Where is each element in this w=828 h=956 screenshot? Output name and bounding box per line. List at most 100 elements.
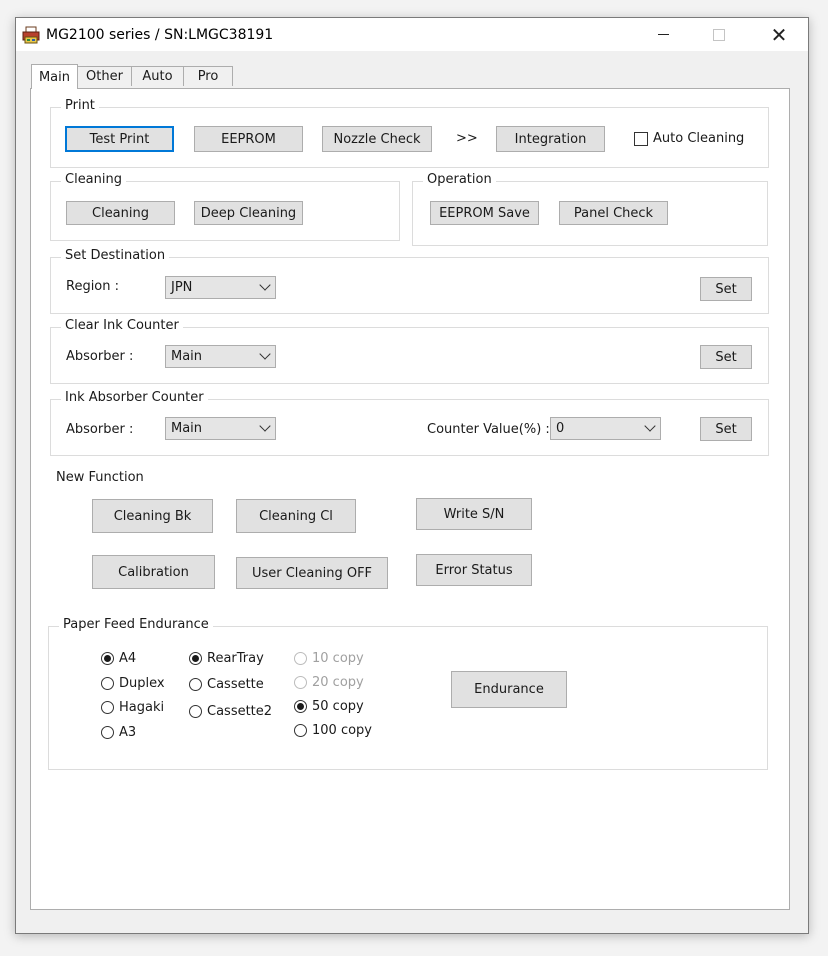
radio-cassette-indicator	[189, 678, 202, 691]
radio-50-copy[interactable]: 50 copy	[294, 699, 364, 714]
print-group-legend: Print	[61, 98, 99, 113]
panel-check-button[interactable]: Panel Check	[559, 201, 668, 225]
operation-group: Operation EEPROM Save Panel Check	[412, 172, 768, 246]
nozzle-check-button[interactable]: Nozzle Check	[322, 126, 432, 152]
integration-button[interactable]: Integration	[496, 126, 605, 152]
radio-50-copy-indicator	[294, 700, 307, 713]
clear-absorber-value: Main	[171, 349, 203, 364]
test-print-button[interactable]: Test Print	[65, 126, 174, 152]
radio-reartray-label: RearTray	[207, 651, 264, 666]
counter-value: 0	[556, 421, 565, 436]
radio-10-copy: 10 copy	[294, 651, 364, 666]
radio-reartray[interactable]: RearTray	[189, 651, 264, 666]
radio-reartray-indicator	[189, 652, 202, 665]
clear-ink-counter-legend: Clear Ink Counter	[61, 318, 183, 333]
set-destination-legend: Set Destination	[61, 248, 170, 263]
new-function-heading: New Function	[56, 470, 144, 485]
radio-20-copy: 20 copy	[294, 675, 364, 690]
clear-ink-counter-group: Clear Ink Counter Absorber : Main Set	[50, 318, 769, 384]
radio-cassette2-indicator	[189, 705, 202, 718]
tab-main[interactable]: Main	[31, 64, 78, 89]
radio-hagaki[interactable]: Hagaki	[101, 700, 164, 715]
radio-a4-indicator	[101, 652, 114, 665]
radio-a3-indicator	[101, 726, 114, 739]
set-destination-set-button[interactable]: Set	[700, 277, 752, 301]
set-destination-group: Set Destination Region : JPN Set	[50, 248, 769, 314]
absorber-label: Absorber :	[66, 349, 134, 364]
paper-feed-endurance-legend: Paper Feed Endurance	[59, 617, 213, 632]
region-label: Region :	[66, 279, 120, 294]
cleaning-button[interactable]: Cleaning	[66, 201, 175, 225]
chevron-down-icon	[259, 279, 271, 291]
radio-20-copy-indicator	[294, 676, 307, 689]
ink-absorber-dropdown[interactable]: Main	[165, 417, 276, 440]
region-dropdown[interactable]: JPN	[165, 276, 276, 299]
ink-absorber-set-button[interactable]: Set	[700, 417, 752, 441]
minimize-icon	[657, 34, 669, 35]
radio-10-copy-indicator	[294, 652, 307, 665]
radio-50-copy-label: 50 copy	[312, 699, 364, 714]
radio-a4[interactable]: A4	[101, 651, 136, 666]
cleaning-cl-button[interactable]: Cleaning Cl	[236, 499, 356, 533]
radio-hagaki-indicator	[101, 701, 114, 714]
maximize-button[interactable]	[696, 18, 742, 51]
main-tab-panel: Print Test Print EEPROM Nozzle Check >> …	[30, 88, 790, 910]
absorber-label: Absorber :	[66, 422, 134, 437]
chevron-down-icon	[259, 348, 271, 360]
radio-cassette2[interactable]: Cassette2	[189, 704, 272, 719]
chevron-down-icon	[644, 420, 656, 432]
region-value: JPN	[171, 280, 193, 295]
counter-value-label: Counter Value(%) :	[427, 422, 550, 437]
paper-feed-endurance-group: Paper Feed Endurance A4 Duplex Hagaki A3…	[48, 617, 768, 770]
auto-cleaning-label[interactable]: Auto Cleaning	[653, 131, 744, 146]
printer-app-icon	[22, 26, 40, 44]
tab-pro[interactable]: Pro	[183, 66, 233, 86]
close-icon: ✕	[770, 22, 788, 47]
maximize-icon	[713, 28, 725, 41]
radio-a3-label: A3	[119, 725, 137, 740]
ink-absorber-counter-legend: Ink Absorber Counter	[61, 390, 208, 405]
clear-ink-counter-set-button[interactable]: Set	[700, 345, 752, 369]
print-group: Print Test Print EEPROM Nozzle Check >> …	[50, 98, 769, 168]
error-status-button[interactable]: Error Status	[416, 554, 532, 586]
window-title: MG2100 series / SN:LMGC38191	[46, 27, 274, 43]
radio-duplex-indicator	[101, 677, 114, 690]
user-cleaning-off-button[interactable]: User Cleaning OFF	[236, 557, 388, 589]
ink-absorber-value: Main	[171, 421, 203, 436]
cleaning-group-legend: Cleaning	[61, 172, 126, 187]
cleaning-group: Cleaning Cleaning Deep Cleaning	[50, 172, 400, 241]
chevron-down-icon	[259, 420, 271, 432]
main-window: MG2100 series / SN:LMGC38191 ✕ Main Othe…	[15, 17, 809, 934]
cleaning-bk-button[interactable]: Cleaning Bk	[92, 499, 213, 533]
minimize-button[interactable]	[640, 18, 686, 51]
auto-cleaning-checkbox[interactable]	[634, 132, 648, 146]
operation-group-legend: Operation	[423, 172, 496, 187]
endurance-button[interactable]: Endurance	[451, 671, 567, 708]
radio-cassette-label: Cassette	[207, 677, 264, 692]
radio-a4-label: A4	[119, 651, 137, 666]
radio-duplex[interactable]: Duplex	[101, 676, 165, 691]
radio-100-copy-indicator	[294, 724, 307, 737]
radio-cassette2-label: Cassette2	[207, 704, 273, 719]
radio-100-copy-label: 100 copy	[312, 723, 372, 738]
clear-absorber-dropdown[interactable]: Main	[165, 345, 276, 368]
ink-absorber-counter-group: Ink Absorber Counter Absorber : Main Cou…	[50, 390, 769, 456]
close-button[interactable]: ✕	[756, 18, 802, 51]
arrow-indicator: >>	[456, 131, 478, 146]
eeprom-save-button[interactable]: EEPROM Save	[430, 201, 539, 225]
write-sn-button[interactable]: Write S/N	[416, 498, 532, 530]
radio-a3[interactable]: A3	[101, 725, 136, 740]
calibration-button[interactable]: Calibration	[92, 555, 215, 589]
radio-10-copy-label: 10 copy	[312, 651, 364, 666]
eeprom-button[interactable]: EEPROM	[194, 126, 303, 152]
title-bar[interactable]: MG2100 series / SN:LMGC38191 ✕	[16, 18, 808, 51]
radio-100-copy[interactable]: 100 copy	[294, 723, 372, 738]
tab-other[interactable]: Other	[77, 66, 132, 86]
radio-duplex-label: Duplex	[119, 676, 165, 691]
radio-cassette[interactable]: Cassette	[189, 677, 264, 692]
deep-cleaning-button[interactable]: Deep Cleaning	[194, 201, 303, 225]
tab-auto[interactable]: Auto	[131, 66, 184, 86]
radio-hagaki-label: Hagaki	[119, 700, 165, 715]
radio-20-copy-label: 20 copy	[312, 675, 364, 690]
counter-value-dropdown[interactable]: 0	[550, 417, 661, 440]
